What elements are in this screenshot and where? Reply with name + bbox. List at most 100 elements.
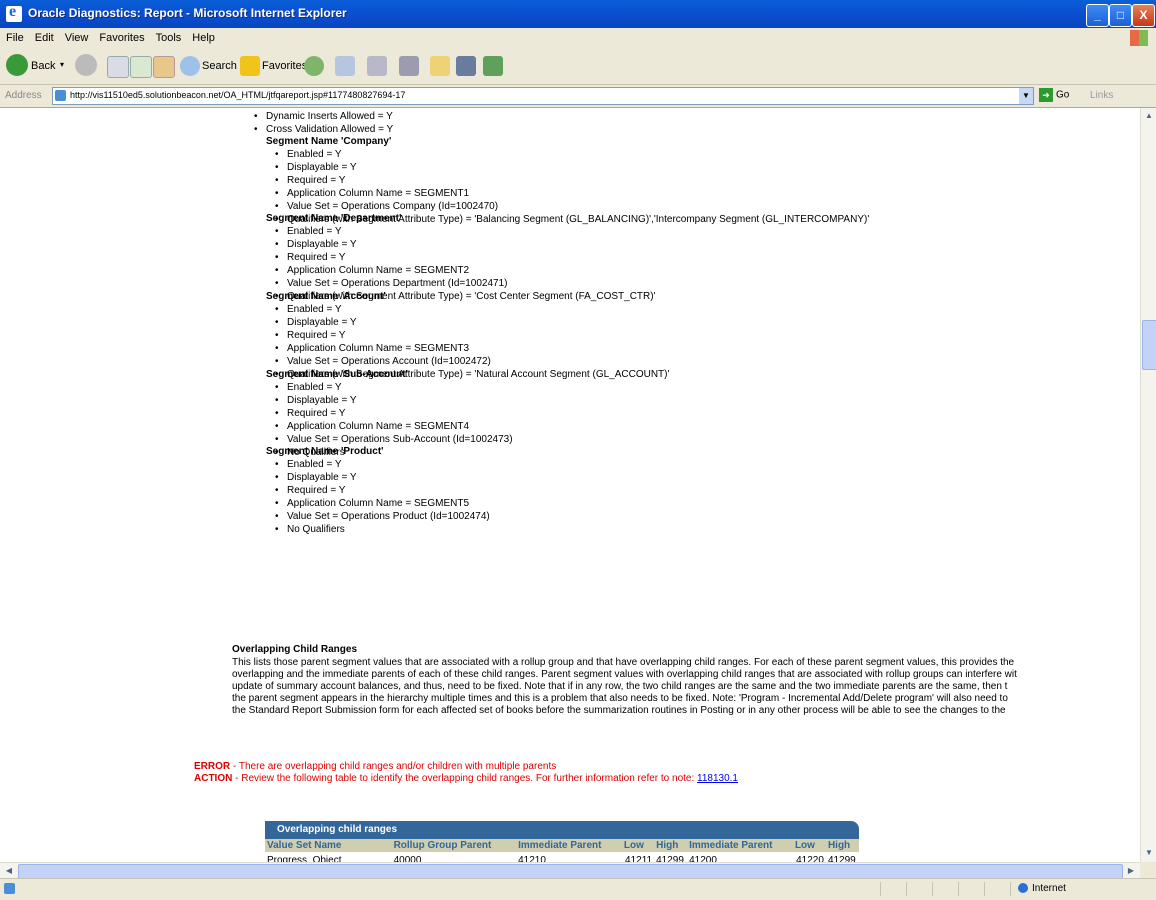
menu-favorites[interactable]: Favorites	[93, 29, 149, 44]
research-icon[interactable]	[456, 56, 476, 76]
vertical-scrollbar[interactable]: ▲ ▼	[1140, 108, 1156, 862]
action-message: ACTION - Review the following table to i…	[194, 773, 738, 784]
list-item: Dynamic Inserts Allowed = Y	[254, 111, 393, 122]
segment-property: Enabled = Y	[275, 459, 342, 470]
segment-property: Value Set = Operations Company (Id=10024…	[275, 201, 498, 212]
segment-property: Enabled = Y	[275, 382, 342, 393]
go-arrow-icon: ➜	[1039, 88, 1053, 102]
go-button[interactable]: ➜ Go	[1039, 88, 1069, 102]
forward-arrow-icon[interactable]	[75, 54, 97, 76]
window-title: Oracle Diagnostics: Report - Microsoft I…	[28, 6, 347, 20]
segment-property: Displayable = Y	[275, 395, 357, 406]
table-cell: 41299	[825, 852, 859, 862]
page-content: Dynamic Inserts Allowed = Y Cross Valida…	[0, 108, 1140, 862]
media-icon[interactable]	[304, 56, 324, 76]
segment-property: Required = Y	[275, 252, 346, 263]
stop-icon[interactable]	[107, 56, 129, 78]
action-label: ACTION	[194, 773, 233, 784]
search-button[interactable]: Search	[202, 60, 237, 84]
done-page-icon	[4, 883, 15, 894]
menu-help[interactable]: Help	[186, 29, 220, 44]
segment-property: Displayable = Y	[275, 472, 357, 483]
overlap-heading: Overlapping Child Ranges	[232, 644, 358, 655]
table-cell: 41210	[516, 852, 622, 862]
address-url: http://vis11510ed5.solutionbeacon.net/OA…	[70, 90, 406, 100]
home-icon[interactable]	[153, 56, 175, 78]
address-input[interactable]: http://vis11510ed5.solutionbeacon.net/OA…	[52, 87, 1034, 105]
scroll-left-icon[interactable]: ◀	[2, 864, 16, 878]
address-bar: Address http://vis11510ed5.solutionbeaco…	[0, 85, 1156, 108]
vertical-scroll-thumb[interactable]	[1142, 320, 1156, 370]
column-header: Low	[792, 839, 826, 852]
segment-property: No Qualifiers	[275, 524, 345, 535]
scroll-down-icon[interactable]: ▼	[1142, 846, 1156, 860]
column-header: High	[654, 839, 688, 852]
segment-heading: Segment Name 'Product'	[266, 446, 384, 457]
segment-property: Enabled = Y	[275, 149, 342, 160]
segment-property: Application Column Name = SEGMENT5	[275, 498, 469, 509]
segment-property: Displayable = Y	[275, 317, 357, 328]
scroll-right-icon[interactable]: ▶	[1124, 864, 1138, 878]
status-divider	[906, 882, 907, 896]
minimize-button[interactable]: _	[1086, 4, 1109, 27]
status-divider	[1010, 882, 1011, 896]
error-text: - There are overlapping child ranges and…	[230, 761, 557, 772]
back-arrow-icon[interactable]	[6, 54, 28, 76]
scrollbar-corner	[1140, 862, 1156, 878]
security-zone: Internet	[1018, 883, 1066, 894]
favorites-star-icon[interactable]	[240, 56, 260, 76]
menu-bar: File Edit View Favorites Tools Help	[0, 28, 1156, 49]
menu-edit[interactable]: Edit	[29, 29, 59, 44]
address-dropdown-icon[interactable]: ▼	[1019, 88, 1033, 104]
segment-property: Application Column Name = SEGMENT2	[275, 265, 469, 276]
segment-property: Displayable = Y	[275, 239, 357, 250]
horizontal-scrollbar[interactable]: ◀ ▶	[0, 862, 1140, 880]
messenger-icon[interactable]	[483, 56, 503, 76]
print-icon[interactable]	[367, 56, 387, 76]
status-divider	[880, 882, 881, 896]
column-header: Value Set Name	[265, 839, 392, 852]
menu-tools[interactable]: Tools	[150, 29, 187, 44]
ie-logo-icon	[6, 3, 22, 22]
segment-property: Value Set = Operations Department (Id=10…	[275, 278, 507, 289]
status-divider	[958, 882, 959, 896]
back-button[interactable]: Back	[31, 60, 55, 84]
overlap-data-table: Value Set Name Rollup Group Parent Immed…	[265, 839, 859, 862]
overlap-paragraph-line: the Standard Report Submission form for …	[232, 705, 1006, 716]
windows-logo-icon	[1130, 30, 1148, 46]
table-header-row: Value Set Name Rollup Group Parent Immed…	[265, 839, 859, 852]
folder-icon[interactable]	[430, 56, 450, 76]
column-header: Immediate Parent	[516, 839, 622, 852]
table-title: Overlapping child ranges	[265, 821, 859, 839]
list-item: Cross Validation Allowed = Y	[254, 124, 393, 135]
segment-heading: Segment Name 'Department'	[266, 213, 402, 224]
column-header: High	[825, 839, 859, 852]
segment-property: Displayable = Y	[275, 162, 357, 173]
error-message: ERROR - There are overlapping child rang…	[194, 761, 556, 772]
history-icon[interactable]	[335, 56, 355, 76]
back-dropdown-icon[interactable]: ▾	[60, 60, 64, 84]
segment-property: Required = Y	[275, 330, 346, 341]
refresh-icon[interactable]	[130, 56, 152, 78]
overlap-paragraph-line: This lists those parent segment values t…	[232, 657, 1015, 668]
search-icon[interactable]	[180, 56, 200, 76]
links-button[interactable]: Links	[1090, 90, 1113, 101]
close-button[interactable]: X	[1132, 4, 1155, 27]
table-cell: 40000	[391, 852, 517, 862]
table-cell: 41211	[621, 852, 655, 862]
status-divider	[984, 882, 985, 896]
note-link[interactable]: 118130.1	[697, 773, 738, 784]
scroll-up-icon[interactable]: ▲	[1142, 109, 1156, 123]
edit-page-icon[interactable]	[399, 56, 419, 76]
toolbar: Back ▾ Search Favorites	[0, 48, 1156, 85]
globe-icon	[1018, 883, 1028, 894]
segment-heading: Segment Name 'Sub-Account'	[266, 369, 408, 380]
segment-property: Value Set = Operations Product (Id=10024…	[275, 511, 490, 522]
maximize-button[interactable]: □	[1109, 4, 1132, 27]
go-label: Go	[1056, 89, 1070, 101]
table-cell: Progress_Object	[265, 852, 392, 862]
menu-file[interactable]: File	[0, 29, 29, 44]
segment-property: Value Set = Operations Account (Id=10024…	[275, 356, 491, 367]
menu-view[interactable]: View	[59, 29, 94, 44]
favorites-button[interactable]: Favorites	[262, 60, 307, 84]
